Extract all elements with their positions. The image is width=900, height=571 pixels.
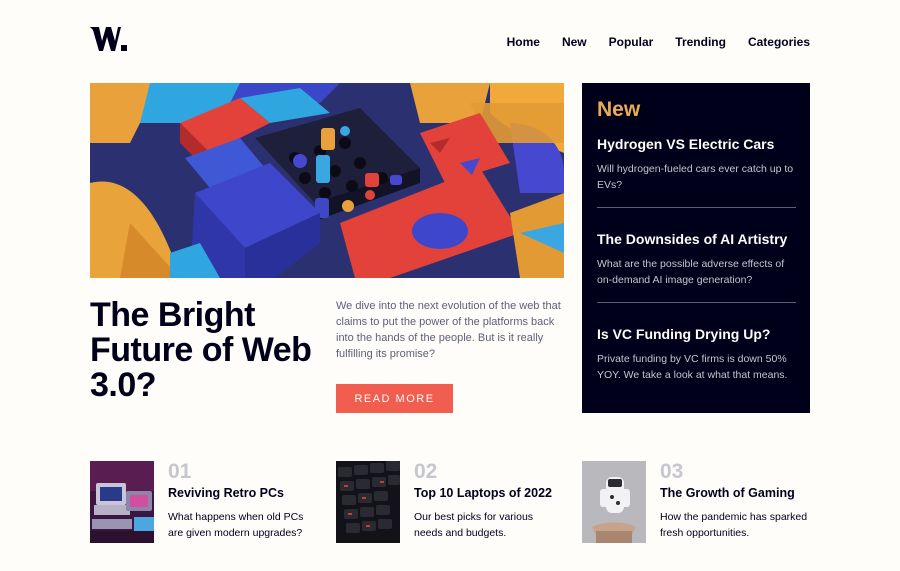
hero-image <box>90 83 564 278</box>
article-title[interactable]: Top 10 Laptops of 2022 <box>414 485 552 501</box>
article-desc: Our best picks for various needs and bud… <box>414 511 534 539</box>
brand-logo[interactable] <box>90 26 127 52</box>
new-item[interactable]: Hydrogen VS Electric Cars Will hydrogen-… <box>597 135 796 207</box>
article-number: 03 <box>660 460 684 483</box>
nav-home-link[interactable]: Home <box>507 35 540 50</box>
main-nav: Home New Popular Trending Categories <box>507 35 810 50</box>
new-item-title[interactable]: Hydrogen VS Electric Cars <box>597 135 796 153</box>
article-card[interactable]: 02 Top 10 Laptops of 2022 Our best picks… <box>336 461 564 543</box>
new-item[interactable]: Is VC Funding Drying Up? Private funding… <box>597 325 796 397</box>
new-item[interactable]: The Downsides of AI Artistry What are th… <box>597 230 796 302</box>
new-item-title[interactable]: Is VC Funding Drying Up? <box>597 325 796 343</box>
hero-intro-text: We dive into the next evolution of the w… <box>336 300 561 360</box>
new-item-title[interactable]: The Downsides of AI Artistry <box>597 230 796 248</box>
new-item-desc: What are the possible adverse effects of… <box>597 258 785 286</box>
nav-popular-link[interactable]: Popular <box>609 35 654 50</box>
article-desc: What happens when old PCs are given mode… <box>168 511 304 539</box>
retro-pc-thumbnail <box>90 461 154 543</box>
laptop-keyboard-thumbnail <box>336 461 400 543</box>
new-item-desc: Private funding by VC firms is down 50% … <box>597 353 788 381</box>
divider <box>597 302 796 303</box>
article-title[interactable]: Reviving Retro PCs <box>168 485 284 501</box>
hero-headline: The Bright Future of Web 3.0? <box>90 296 312 404</box>
new-articles-panel: New Hydrogen VS Electric Cars Will hydro… <box>582 83 810 413</box>
divider <box>597 207 796 208</box>
nav-new-link[interactable]: New <box>562 35 587 50</box>
read-more-button[interactable]: READ MORE <box>336 384 453 413</box>
article-card[interactable]: 03 The Growth of Gaming How the pandemic… <box>582 461 810 543</box>
article-desc: How the pandemic has sparked fresh oppor… <box>660 511 808 539</box>
article-card[interactable]: 01 Reviving Retro PCs What happens when … <box>90 461 318 543</box>
article-number: 01 <box>168 460 192 483</box>
nav-trending-link[interactable]: Trending <box>675 35 726 50</box>
nav-categories-link[interactable]: Categories <box>748 35 810 50</box>
article-title[interactable]: The Growth of Gaming <box>660 485 795 501</box>
game-controller-thumbnail <box>582 461 646 543</box>
new-item-desc: Will hydrogen-fueled cars ever catch up … <box>597 163 794 191</box>
article-number: 02 <box>414 460 438 483</box>
new-panel-title: New <box>597 98 641 121</box>
